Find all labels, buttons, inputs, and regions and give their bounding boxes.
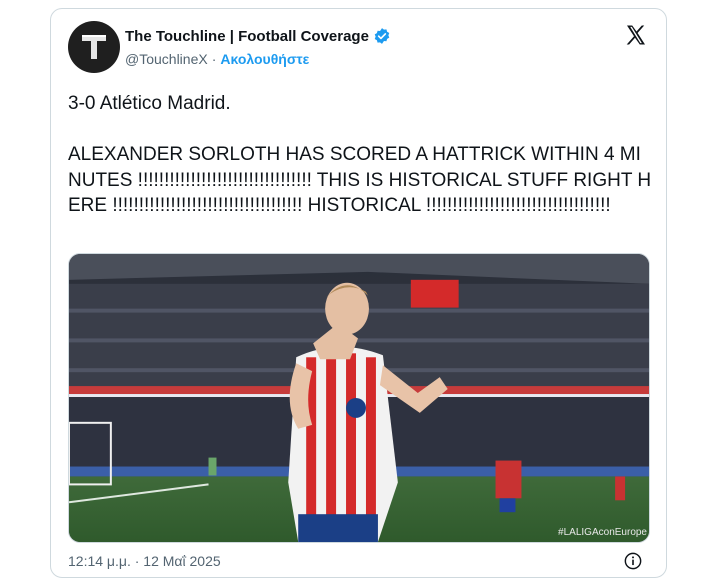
handle-row: @TouchlineX · Ακολουθήστε xyxy=(125,51,309,67)
follow-button[interactable]: Ακολουθήστε xyxy=(220,51,309,67)
display-name[interactable]: The Touchline | Football Coverage xyxy=(125,28,369,45)
tweet-text: 3-0 Atlético Madrid. ALEXANDER SORLOTH H… xyxy=(68,91,653,219)
avatar[interactable] xyxy=(68,21,120,73)
tweet-text-headline: 3-0 Atlético Madrid. xyxy=(68,93,231,114)
tweet-card[interactable]: The Touchline | Football Coverage @Touch… xyxy=(50,8,667,578)
separator-dot: · xyxy=(211,51,217,67)
touchline-logo-icon xyxy=(82,35,106,59)
tweet-text-body: ALEXANDER SORLOTH HAS SCORED A HATTRICK … xyxy=(68,144,652,216)
laliga-watermark: #LALIGAconEurope xyxy=(558,527,647,538)
stadium-photo xyxy=(69,254,649,542)
post-timestamp[interactable]: 12:14 μ.μ. · 12 Μαΐ 2025 xyxy=(68,553,221,569)
author-name-row[interactable]: The Touchline | Football Coverage xyxy=(125,27,391,45)
tweet-media-image[interactable]: #LALIGAconEurope xyxy=(68,253,650,543)
info-icon[interactable] xyxy=(624,552,642,570)
verified-badge-icon xyxy=(373,27,391,45)
x-logo-icon[interactable] xyxy=(624,23,648,47)
author-handle[interactable]: @TouchlineX xyxy=(125,51,208,67)
